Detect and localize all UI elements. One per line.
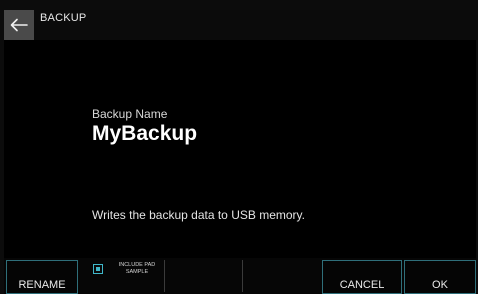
divider (242, 260, 243, 292)
rename-button-label: RENAME (18, 279, 66, 291)
rename-button[interactable]: RENAME (6, 260, 78, 294)
ok-button-label: OK (432, 279, 448, 291)
divider (164, 260, 165, 292)
ok-button[interactable]: OK (404, 260, 476, 294)
cancel-button-label: CANCEL (339, 279, 385, 291)
backup-name-label: Backup Name (92, 107, 168, 121)
page-title: BACKUP (40, 12, 87, 24)
function-button-bar: RENAME INCLUDE PAD SAMPLE CANCEL OK (4, 258, 476, 294)
backup-name-value: MyBackup (92, 122, 198, 145)
cancel-button[interactable]: CANCEL (322, 260, 402, 294)
device-display: BACKUP Backup Name MyBackup Writes the b… (0, 0, 478, 294)
include-pad-sample-label: INCLUDE PAD SAMPLE (118, 262, 156, 275)
description-text: Writes the backup data to USB memory. (92, 208, 305, 222)
backup-screen: BACKUP Backup Name MyBackup Writes the b… (4, 10, 476, 294)
include-pad-sample-toggle[interactable]: INCLUDE PAD SAMPLE (90, 260, 162, 294)
include-pad-sample-checkbox[interactable] (93, 264, 103, 274)
back-button[interactable] (4, 10, 34, 40)
left-arrow-icon (10, 18, 28, 32)
title-bar: BACKUP (4, 10, 476, 40)
checkbox-check-icon (96, 267, 100, 271)
